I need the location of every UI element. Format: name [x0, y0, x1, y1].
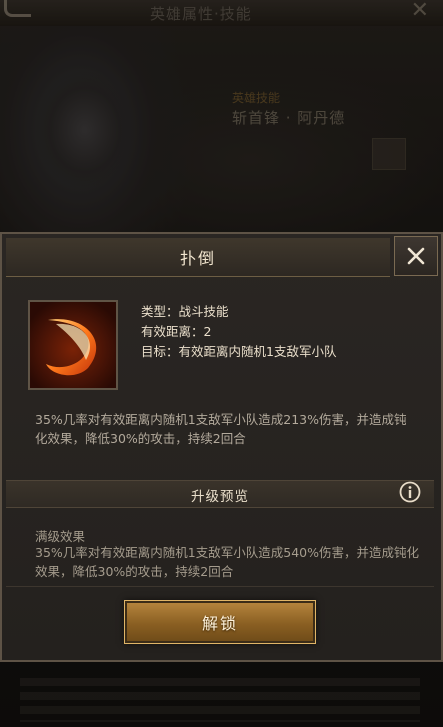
info-icon[interactable] — [399, 481, 421, 503]
skill-type: 类型：战斗技能 — [141, 304, 229, 319]
upgrade-preview-title: 升级预览 — [191, 489, 249, 505]
dialog-title: 扑倒 — [179, 249, 216, 268]
skill-target: 目标：有效距离内随机1支敌军小队 — [141, 344, 337, 359]
unlock-button-label: 解锁 — [201, 614, 238, 633]
dialog-header: 扑倒 — [6, 238, 390, 277]
max-level-description: 35%几率对有效距离内随机1支敌军小队造成540%伤害，并造成钝化效果，降低30… — [35, 545, 419, 579]
upgrade-preview-bar: 升级预览 — [6, 480, 434, 508]
crescent-slash-icon — [30, 302, 116, 388]
skill-description: 35%几率对有效距离内随机1支敌军小队造成213%伤害，并造成钝化效果，降低30… — [35, 412, 407, 446]
skill-info: 类型：战斗技能 有效距离：2 目标：有效距离内随机1支敌军小队 — [141, 302, 336, 362]
divider — [6, 586, 434, 587]
skill-range: 有效距离：2 — [141, 324, 212, 339]
unlock-button[interactable]: 解锁 — [124, 600, 316, 644]
skill-icon — [28, 300, 118, 390]
close-icon — [407, 247, 425, 265]
skill-dialog: 扑倒 类型：战斗技能 有效距离：2 目标：有效距离内随机1支敌军小队 35%几率… — [0, 232, 443, 662]
close-button[interactable] — [394, 236, 438, 276]
